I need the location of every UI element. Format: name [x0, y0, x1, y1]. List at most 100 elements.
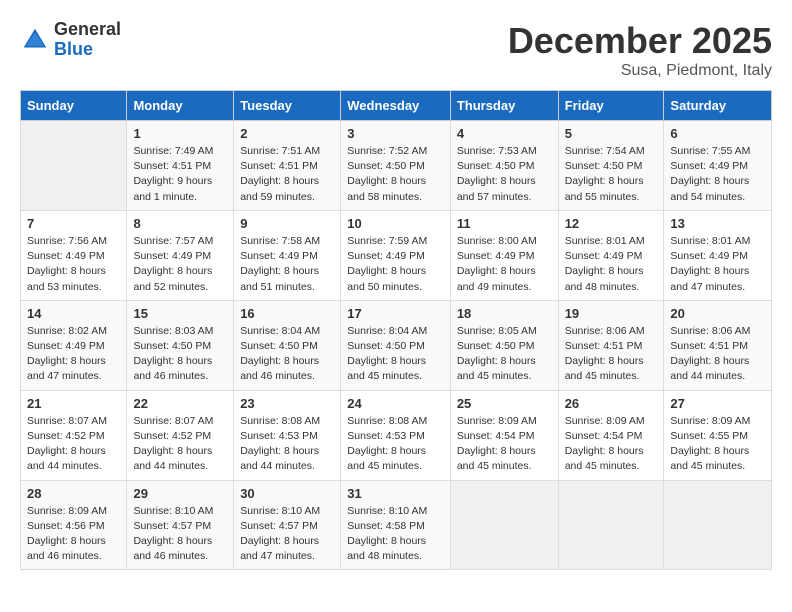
day-number: 30	[240, 486, 334, 501]
calendar-header-row: SundayMondayTuesdayWednesdayThursdayFrid…	[21, 91, 772, 121]
calendar-cell: 30 Sunrise: 8:10 AMSunset: 4:57 PMDayligh…	[234, 480, 341, 570]
logo-general: General	[54, 20, 121, 40]
day-info: Sunrise: 7:52 AMSunset: 4:50 PMDaylight:…	[347, 144, 444, 205]
day-number: 12	[565, 216, 658, 231]
day-number: 20	[670, 306, 765, 321]
calendar-cell: 26 Sunrise: 8:09 AMSunset: 4:54 PMDayligh…	[558, 390, 664, 480]
day-number: 2	[240, 126, 334, 141]
logo-blue: Blue	[54, 40, 121, 60]
day-number: 11	[457, 216, 552, 231]
calendar-cell: 19 Sunrise: 8:06 AMSunset: 4:51 PMDayligh…	[558, 300, 664, 390]
day-info: Sunrise: 8:07 AMSunset: 4:52 PMDaylight:…	[133, 414, 227, 475]
column-header-friday: Friday	[558, 91, 664, 121]
calendar-cell: 4 Sunrise: 7:53 AMSunset: 4:50 PMDaylight…	[450, 121, 558, 211]
calendar-cell: 9Sunrise: 7:58 AMSunset: 4:49 PMDaylight…	[234, 210, 341, 300]
day-info: Sunrise: 8:01 AMSunset: 4:49 PMDaylight:…	[670, 234, 765, 295]
day-number: 16	[240, 306, 334, 321]
day-number: 14	[27, 306, 120, 321]
day-number: 27	[670, 396, 765, 411]
calendar-week-1: 1Sunrise: 7:49 AMSunset: 4:51 PMDaylight…	[21, 121, 772, 211]
calendar-cell: 23 Sunrise: 8:08 AMSunset: 4:53 PMDayligh…	[234, 390, 341, 480]
day-number: 29	[133, 486, 227, 501]
day-number: 13	[670, 216, 765, 231]
calendar-cell: 8 Sunrise: 7:57 AMSunset: 4:49 PMDaylight…	[127, 210, 234, 300]
column-header-tuesday: Tuesday	[234, 91, 341, 121]
day-info: Sunrise: 8:09 AMSunset: 4:54 PMDaylight:…	[457, 414, 552, 475]
day-number: 17	[347, 306, 444, 321]
calendar-week-2: 7Sunrise: 7:56 AMSunset: 4:49 PMDaylight…	[21, 210, 772, 300]
day-number: 4	[457, 126, 552, 141]
day-info: Sunrise: 8:10 AMSunset: 4:58 PMDaylight:…	[347, 504, 444, 565]
month-title: December 2025	[508, 20, 772, 62]
day-info: Sunrise: 8:06 AMSunset: 4:51 PMDaylight:…	[670, 324, 765, 385]
calendar-cell: 24 Sunrise: 8:08 AMSunset: 4:53 PMDayligh…	[341, 390, 451, 480]
day-number: 10	[347, 216, 444, 231]
day-info: Sunrise: 8:01 AMSunset: 4:49 PMDaylight:…	[565, 234, 658, 295]
day-info: Sunrise: 7:54 AMSunset: 4:50 PMDaylight:…	[565, 144, 658, 205]
calendar-cell: 7Sunrise: 7:56 AMSunset: 4:49 PMDaylight…	[21, 210, 127, 300]
day-info: Sunrise: 8:10 AMSunset: 4:57 PMDaylight:…	[133, 504, 227, 565]
day-number: 6	[670, 126, 765, 141]
location: Susa, Piedmont, Italy	[508, 62, 772, 80]
calendar-cell	[21, 121, 127, 211]
calendar-table: SundayMondayTuesdayWednesdayThursdayFrid…	[20, 90, 772, 570]
calendar-cell: 20 Sunrise: 8:06 AMSunset: 4:51 PMDayligh…	[664, 300, 772, 390]
day-number: 9	[240, 216, 334, 231]
calendar-cell	[558, 480, 664, 570]
column-header-sunday: Sunday	[21, 91, 127, 121]
day-info: Sunrise: 8:09 AMSunset: 4:55 PMDaylight:…	[670, 414, 765, 475]
day-info: Sunrise: 8:08 AMSunset: 4:53 PMDaylight:…	[240, 414, 334, 475]
day-info: Sunrise: 8:05 AMSunset: 4:50 PMDaylight:…	[457, 324, 552, 385]
day-number: 28	[27, 486, 120, 501]
calendar-cell: 17 Sunrise: 8:04 AMSunset: 4:50 PMDayligh…	[341, 300, 451, 390]
day-info: Sunrise: 7:53 AMSunset: 4:50 PMDaylight:…	[457, 144, 552, 205]
day-info: Sunrise: 8:07 AMSunset: 4:52 PMDaylight:…	[27, 414, 120, 475]
day-number: 7	[27, 216, 120, 231]
title-section: December 2025 Susa, Piedmont, Italy	[508, 20, 772, 80]
day-number: 5	[565, 126, 658, 141]
calendar-cell	[450, 480, 558, 570]
calendar-cell: 10 Sunrise: 7:59 AMSunset: 4:49 PMDayligh…	[341, 210, 451, 300]
day-info: Sunrise: 8:09 AMSunset: 4:54 PMDaylight:…	[565, 414, 658, 475]
calendar-cell: 14 Sunrise: 8:02 AMSunset: 4:49 PMDayligh…	[21, 300, 127, 390]
calendar-cell: 1Sunrise: 7:49 AMSunset: 4:51 PMDaylight…	[127, 121, 234, 211]
day-info: Sunrise: 8:04 AMSunset: 4:50 PMDaylight:…	[240, 324, 334, 385]
day-number: 19	[565, 306, 658, 321]
logo-icon	[20, 25, 50, 55]
calendar-cell: 22Sunrise: 8:07 AMSunset: 4:52 PMDayligh…	[127, 390, 234, 480]
calendar-cell: 25 Sunrise: 8:09 AMSunset: 4:54 PMDayligh…	[450, 390, 558, 480]
day-info: Sunrise: 8:00 AMSunset: 4:49 PMDaylight:…	[457, 234, 552, 295]
calendar-cell: 5 Sunrise: 7:54 AMSunset: 4:50 PMDaylight…	[558, 121, 664, 211]
day-info: Sunrise: 7:51 AMSunset: 4:51 PMDaylight:…	[240, 144, 334, 205]
day-info: Sunrise: 7:59 AMSunset: 4:49 PMDaylight:…	[347, 234, 444, 295]
calendar-cell: 27 Sunrise: 8:09 AMSunset: 4:55 PMDayligh…	[664, 390, 772, 480]
calendar-cell: 2 Sunrise: 7:51 AMSunset: 4:51 PMDaylight…	[234, 121, 341, 211]
day-info: Sunrise: 8:02 AMSunset: 4:49 PMDaylight:…	[27, 324, 120, 385]
day-info: Sunrise: 8:06 AMSunset: 4:51 PMDaylight:…	[565, 324, 658, 385]
day-number: 3	[347, 126, 444, 141]
day-number: 18	[457, 306, 552, 321]
day-number: 8	[133, 216, 227, 231]
calendar-cell: 12 Sunrise: 8:01 AMSunset: 4:49 PMDayligh…	[558, 210, 664, 300]
day-number: 26	[565, 396, 658, 411]
day-info: Sunrise: 7:55 AMSunset: 4:49 PMDaylight:…	[670, 144, 765, 205]
calendar-week-4: 21 Sunrise: 8:07 AMSunset: 4:52 PMDayligh…	[21, 390, 772, 480]
calendar-cell: 29 Sunrise: 8:10 AMSunset: 4:57 PMDayligh…	[127, 480, 234, 570]
calendar-cell	[664, 480, 772, 570]
calendar-week-5: 28Sunrise: 8:09 AMSunset: 4:56 PMDayligh…	[21, 480, 772, 570]
calendar-cell: 16 Sunrise: 8:04 AMSunset: 4:50 PMDayligh…	[234, 300, 341, 390]
day-info: Sunrise: 8:10 AMSunset: 4:57 PMDaylight:…	[240, 504, 334, 565]
day-number: 21	[27, 396, 120, 411]
calendar-cell: 18 Sunrise: 8:05 AMSunset: 4:50 PMDayligh…	[450, 300, 558, 390]
day-number: 23	[240, 396, 334, 411]
page-header: General Blue December 2025 Susa, Piedmon…	[20, 20, 772, 80]
column-header-thursday: Thursday	[450, 91, 558, 121]
column-header-monday: Monday	[127, 91, 234, 121]
day-number: 24	[347, 396, 444, 411]
day-number: 25	[457, 396, 552, 411]
calendar-cell: 6 Sunrise: 7:55 AMSunset: 4:49 PMDaylight…	[664, 121, 772, 211]
column-header-wednesday: Wednesday	[341, 91, 451, 121]
day-info: Sunrise: 7:57 AMSunset: 4:49 PMDaylight:…	[133, 234, 227, 295]
day-info: Sunrise: 8:08 AMSunset: 4:53 PMDaylight:…	[347, 414, 444, 475]
day-info: Sunrise: 8:04 AMSunset: 4:50 PMDaylight:…	[347, 324, 444, 385]
